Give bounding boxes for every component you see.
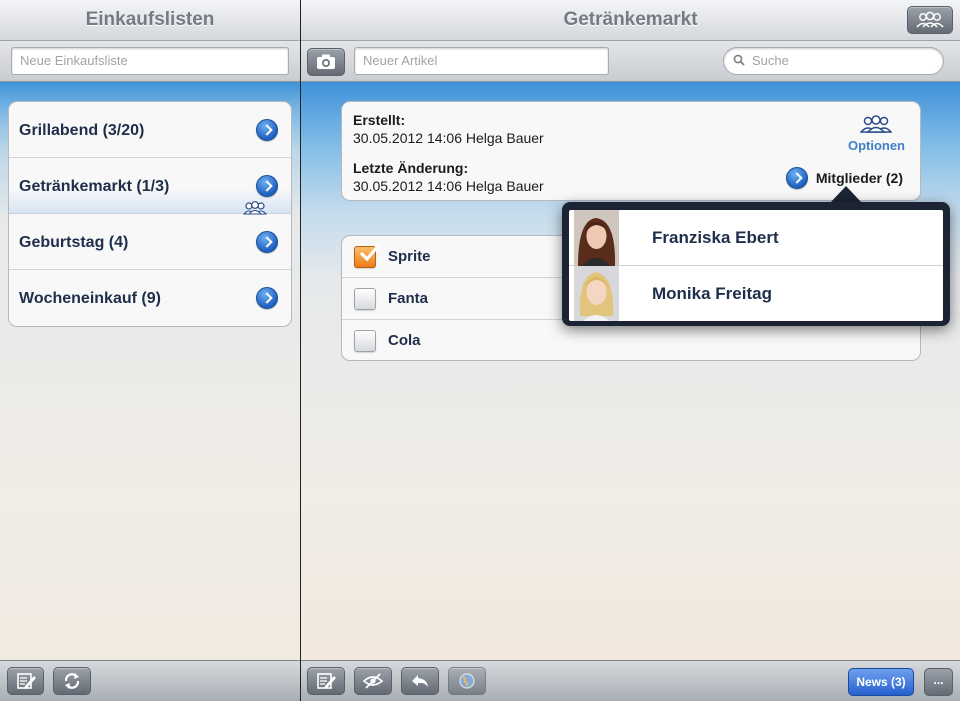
avatar [574, 266, 619, 321]
camera-icon [317, 54, 335, 69]
detail-toolbar: News (3) ... [301, 660, 960, 701]
created-label: Erstellt: [353, 112, 406, 128]
new-list-bar: Neue Einkaufsliste [0, 41, 300, 82]
list-item-label: Grillabend (3/20) [19, 122, 145, 139]
new-list-input[interactable]: Neue Einkaufsliste [11, 47, 289, 75]
list-item[interactable]: Getränkemarkt (1/3) [9, 158, 291, 215]
new-item-input[interactable]: Neuer Artikel [354, 47, 609, 75]
modified-value: 30.05.2012 14:06 Helga Bauer [353, 178, 544, 194]
globe-button[interactable] [448, 667, 486, 695]
lists-panel: Einkaufslisten Neue Einkaufsliste Grilla… [0, 0, 300, 701]
shopping-lists: Grillabend (3/20) Getränkemarkt (1/3) Ge… [8, 101, 292, 327]
checkmark-icon [359, 242, 382, 262]
more-button[interactable]: ... [924, 668, 953, 696]
list-item[interactable]: Geburtstag (4) [9, 214, 291, 270]
lists-toolbar [0, 660, 300, 701]
list-item[interactable]: Cola [342, 320, 920, 360]
member-row[interactable]: Franziska Ebert [569, 210, 943, 266]
item-label: Cola [388, 332, 421, 349]
detail-titlebar: Getränkemarkt [301, 0, 960, 41]
news-button[interactable]: News (3) [848, 668, 914, 696]
member-row[interactable]: Monika Freitag [569, 266, 943, 321]
lists-titlebar: Einkaufslisten [0, 0, 300, 41]
shared-group-icon [243, 201, 267, 215]
search-placeholder: Suche [752, 53, 789, 68]
list-item-label: Getränkemarkt (1/3) [19, 178, 170, 195]
detail-title: Getränkemarkt [563, 9, 698, 30]
popover-arrow [830, 186, 862, 203]
list-item-label: Geburtstag (4) [19, 234, 129, 251]
globe-icon [459, 673, 475, 689]
hide-checked-button[interactable] [354, 667, 392, 695]
members-button[interactable] [907, 6, 953, 34]
options-group-icon[interactable] [860, 114, 892, 134]
disclosure-icon[interactable] [256, 175, 278, 197]
search-input[interactable]: Suche [723, 47, 944, 75]
edit-lists-button[interactable] [7, 667, 44, 695]
checkbox[interactable] [354, 288, 376, 310]
disclosure-icon[interactable] [256, 231, 278, 253]
disclosure-icon[interactable] [785, 167, 808, 189]
members-list: Franziska Ebert Monika Freitag [569, 210, 943, 321]
members-popover: Franziska Ebert Monika Freitag [562, 202, 950, 326]
group-icon [916, 11, 944, 28]
modified-label: Letzte Änderung: [353, 160, 469, 176]
camera-button[interactable] [307, 48, 345, 76]
edit-icon [16, 673, 36, 689]
list-item-label: Wocheneinkauf (9) [19, 290, 161, 307]
list-item[interactable]: Grillabend (3/20) [9, 102, 291, 158]
refresh-icon [64, 673, 80, 689]
member-name: Franziska Ebert [652, 228, 779, 247]
checkbox-checked[interactable] [354, 242, 382, 268]
item-label: Sprite [388, 248, 431, 265]
avatar [574, 210, 619, 266]
edit-icon [317, 673, 336, 689]
lists-title: Einkaufslisten [85, 9, 215, 30]
member-name: Monika Freitag [652, 284, 772, 303]
list-item[interactable]: Wocheneinkauf (9) [9, 270, 291, 326]
item-label: Fanta [388, 290, 429, 307]
options-link[interactable]: Optionen [848, 138, 905, 153]
search-icon [733, 54, 745, 66]
item-input-bar: Neuer Artikel Suche [301, 41, 960, 82]
disclosure-icon[interactable] [256, 119, 278, 141]
edit-items-button[interactable] [307, 667, 345, 695]
undo-icon [412, 675, 428, 687]
members-label: Mitglieder (2) [815, 170, 903, 186]
disclosure-icon[interactable] [256, 287, 278, 309]
checkbox[interactable] [354, 330, 376, 352]
refresh-button[interactable] [53, 667, 91, 695]
created-value: 30.05.2012 14:06 Helga Bauer [353, 130, 544, 146]
undo-button[interactable] [401, 667, 439, 695]
hide-checked-icon [362, 673, 384, 689]
list-detail-panel: Getränkemarkt Neuer Artikel Suche Erstel… [301, 0, 960, 701]
